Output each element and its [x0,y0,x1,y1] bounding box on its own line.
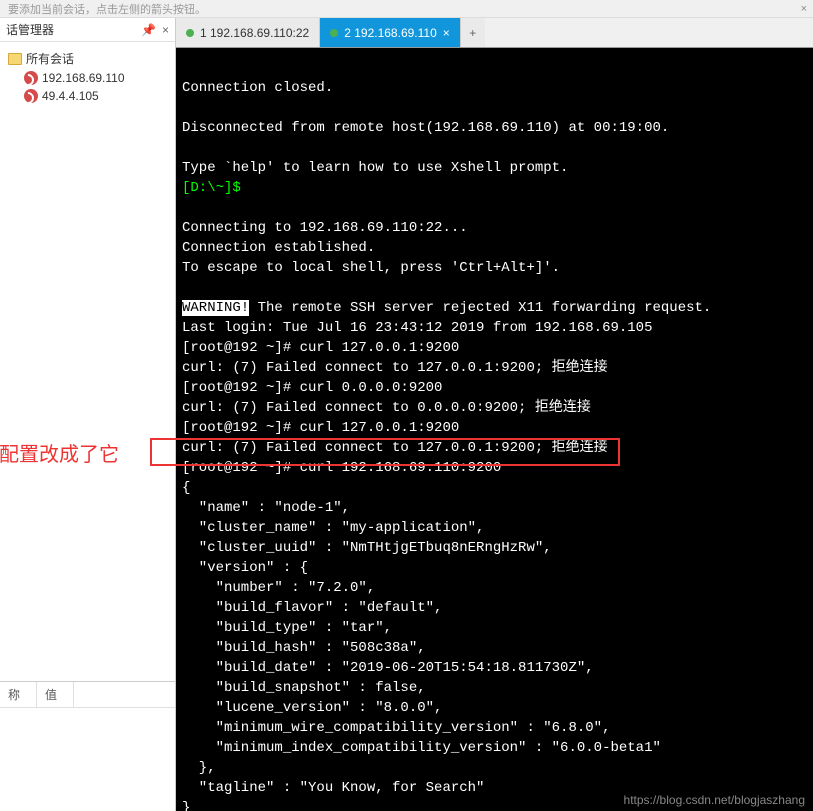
term-line: curl: (7) Failed connect to 127.0.0.1:92… [182,440,608,456]
term-line: [root@192 ~]# curl 127.0.0.1:9200 [182,340,459,356]
properties-panel: 称 值 [0,681,175,811]
sidebar: 话管理器 📌 × 所有会话 192.168.69.110 49.4.4.105 … [0,18,176,811]
session-item-0[interactable]: 192.168.69.110 [4,69,171,87]
hint-close-icon[interactable]: × [801,3,807,15]
term-prompt: [D:\~]$ [182,180,241,196]
folder-icon [8,53,22,65]
term-line: [root@192 ~]# curl 0.0.0.0:9200 [182,380,442,396]
term-line: curl: (7) Failed connect to 127.0.0.1:92… [182,360,608,376]
term-line: curl: (7) Failed connect to 0.0.0.0:9200… [182,400,591,416]
term-line: "lucene_version" : "8.0.0", [182,700,442,716]
term-line: }, [182,760,216,776]
tab-bar: 1 192.168.69.110:22 2 192.168.69.110 × + [176,18,813,48]
term-line: To escape to local shell, press 'Ctrl+Al… [182,260,560,276]
status-dot-icon [330,29,338,37]
term-line: Last login: Tue Jul 16 23:43:12 2019 fro… [182,320,652,336]
term-line: "build_date" : "2019-06-20T15:54:18.8117… [182,660,594,676]
col-name: 称 [0,682,37,707]
session-item-1[interactable]: 49.4.4.105 [4,87,171,105]
term-line: "build_snapshot" : false, [182,680,426,696]
session-icon [24,89,38,103]
term-line: "minimum_index_compatibility_version" : … [182,740,661,756]
term-line: "build_flavor" : "default", [182,600,442,616]
main-area: 1 192.168.69.110:22 2 192.168.69.110 × +… [176,18,813,811]
term-line: "build_hash" : "508c38a", [182,640,426,656]
col-value: 值 [37,682,74,707]
term-line: } [182,800,190,811]
term-line: Type `help' to learn how to use Xshell p… [182,160,568,176]
session-tree: 所有会话 192.168.69.110 49.4.4.105 [0,42,175,681]
term-line: "cluster_name" : "my-application", [182,520,484,536]
term-line: "build_type" : "tar", [182,620,392,636]
session-label: 192.168.69.110 [42,71,125,85]
term-line: Connection established. [182,240,375,256]
term-line: "cluster_uuid" : "NmTHtjgETbuq8nERngHzRw… [182,540,552,556]
term-line: "tagline" : "You Know, for Search" [182,780,484,796]
term-line: The remote SSH server rejected X11 forwa… [249,300,711,316]
warning-label: WARNING! [182,300,249,316]
term-line: Connecting to 192.168.69.110:22... [182,220,468,236]
session-label: 49.4.4.105 [42,89,99,103]
term-line: "name" : "node-1", [182,500,350,516]
term-line: { [182,480,190,496]
term-line: Disconnected from remote host(192.168.69… [182,120,669,136]
sidebar-title: 话管理器 [6,21,54,38]
hint-bar: 要添加当前会话，点击左侧的箭头按钮。 × [0,0,813,18]
tab-close-icon[interactable]: × [443,26,450,40]
tab-add-button[interactable]: + [461,18,485,47]
session-icon [24,71,38,85]
tab-2[interactable]: 2 192.168.69.110 × [320,18,461,47]
tree-root[interactable]: 所有会话 [4,48,171,69]
tab-label: 2 192.168.69.110 [344,26,437,40]
properties-header: 称 值 [0,682,175,708]
terminal[interactable]: Connection closed. Disconnected from rem… [176,48,813,811]
term-line: [root@192 ~]# curl 192.168.69.110:9200 [182,460,501,476]
term-line: Connection closed. [182,80,333,96]
status-dot-icon [186,29,194,37]
term-line: "number" : "7.2.0", [182,580,375,596]
watermark: https://blog.csdn.net/blogjaszhang [624,793,805,807]
root-label: 所有会话 [26,50,74,67]
tab-label: 1 192.168.69.110:22 [200,26,309,40]
annotation-text: 配置改成了它 [0,438,119,467]
sidebar-close-icon[interactable]: × [162,23,169,37]
tab-1[interactable]: 1 192.168.69.110:22 [176,18,320,47]
main-container: 话管理器 📌 × 所有会话 192.168.69.110 49.4.4.105 … [0,18,813,811]
term-line: [root@192 ~]# curl 127.0.0.1:9200 [182,420,459,436]
pin-icon[interactable]: 📌 [141,23,156,37]
term-line: "minimum_wire_compatibility_version" : "… [182,720,610,736]
hint-text: 要添加当前会话，点击左侧的箭头按钮。 [8,1,206,17]
sidebar-header: 话管理器 📌 × [0,18,175,42]
term-line: "version" : { [182,560,308,576]
